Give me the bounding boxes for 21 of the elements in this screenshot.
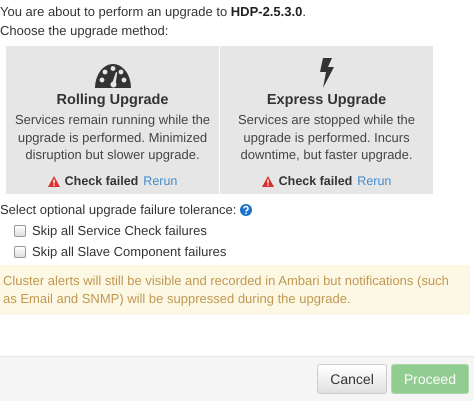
check-status: Check failed bbox=[64, 174, 138, 188]
method-title: Rolling Upgrade bbox=[56, 92, 168, 108]
upgrade-method-card[interactable]: Rolling Upgrade Services remain running while the upgrade is performed. Minimized disruption but slower upgrade. Check failed Rerun bbox=[6, 46, 219, 194]
dashboard-gauge-icon bbox=[94, 64, 130, 88]
upgrade-method-card[interactable]: Express Upgrade Services are stopped while the upgrade is performed. Incurs downtime, but faster upgrade. Check failed Rerun bbox=[220, 46, 433, 194]
warning-alert: Cluster alerts will still be visible and recorded in Ambari but notifications (such as Email and SNMP) will be suppressed during the upgrade. bbox=[0, 265, 470, 315]
method-description: Services remain running while the upgrade is performed. Minimized disruption but slower upgrade. bbox=[14, 111, 212, 164]
checkbox[interactable] bbox=[14, 224, 26, 236]
checkbox[interactable] bbox=[14, 246, 26, 258]
method-title: Express Upgrade bbox=[266, 92, 386, 108]
warning-icon bbox=[262, 176, 274, 186]
method-description: Services are stopped while the upgrade is performed. Incurs downtime, but faster upgrade. bbox=[236, 111, 416, 164]
checkbox-label: Skip all Slave Component failures bbox=[32, 244, 226, 259]
warning-icon bbox=[48, 176, 60, 186]
cancel-button[interactable]: Cancel bbox=[317, 364, 387, 394]
checkbox-label: Skip all Service Check failures bbox=[32, 223, 207, 238]
check-status: Check failed bbox=[278, 174, 352, 188]
help-icon[interactable] bbox=[240, 204, 252, 216]
prompt-text: Choose the upgrade method: bbox=[0, 22, 170, 40]
tolerance-label: Select optional upgrade failure tolerance: bbox=[0, 202, 236, 217]
intro-text: You are about to perform an upgrade to HDP-2.5.3.0. bbox=[0, 3, 307, 21]
